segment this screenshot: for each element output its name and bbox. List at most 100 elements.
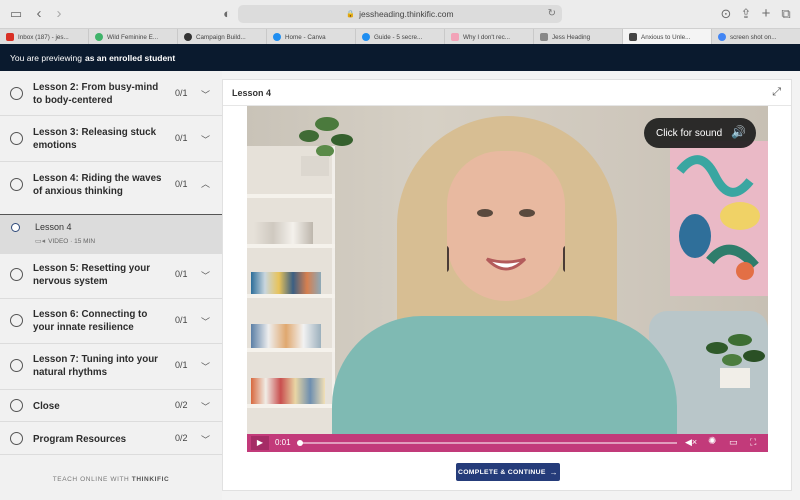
chapter-title: Close (33, 401, 60, 412)
chapter-lesson-4[interactable]: Lesson 4: Riding the waves of anxious th… (0, 162, 222, 215)
chapter-lesson-2[interactable]: Lesson 2: From busy-mind to body-centere… (0, 71, 222, 116)
chapter-progress: 0/1 (175, 360, 188, 370)
chapter-title: Lesson 2: From busy-mind to body-centere… (33, 82, 159, 106)
video-frame-painting (670, 141, 768, 296)
browser-toolbar: ▭ ‹ › ◐ 🔒 jessheading.thinkific.com ↻ ⊙ … (0, 0, 800, 28)
course-sidebar: Lesson 2: From busy-mind to body-centere… (0, 71, 222, 500)
video-frame-plant (706, 334, 765, 388)
gmail-icon (6, 33, 14, 41)
browser-tab-anxious-active[interactable]: Anxious to Unle... (623, 29, 712, 45)
play-button[interactable]: ▶ (251, 436, 269, 450)
chevron-down-icon[interactable]: ﹀ (201, 433, 210, 446)
chapter-lesson-5[interactable]: Lesson 5: Resetting your nervous system … (0, 253, 222, 299)
thinkific-footer-link[interactable]: TEACH ONLINE WITH THINKIFIC (0, 476, 222, 483)
chevron-down-icon[interactable]: ﹀ (201, 269, 210, 282)
google-icon (718, 33, 726, 41)
fullscreen-expand-icon[interactable]: ⤢ (772, 86, 781, 99)
share-icon[interactable]: ⇪ (738, 6, 754, 22)
sound-prompt-text: Click for sound (656, 127, 723, 139)
chapter-lesson-3[interactable]: Lesson 3: Releasing stuck emotions 0/1 ﹀ (0, 116, 222, 162)
chapter-title: Lesson 4: Riding the waves of anxious th… (33, 173, 162, 197)
site-icon (540, 33, 548, 41)
lesson-status-circle-icon (11, 223, 20, 232)
chapter-title: Lesson 7: Tuning into your natural rhyth… (33, 354, 158, 378)
chapter-lesson-7[interactable]: Lesson 7: Tuning into your natural rhyth… (0, 344, 222, 390)
click-for-sound-button[interactable]: Click for sound 🔊 (644, 118, 756, 148)
video-frame-person (441, 151, 571, 301)
incomplete-circle-icon (10, 314, 23, 327)
lesson-header: Lesson 4 ⤢ (223, 80, 791, 106)
chevron-down-icon[interactable]: ﹀ (201, 360, 210, 373)
browser-tab-campaign[interactable]: Campaign Build... (178, 29, 267, 45)
browser-tab-google[interactable]: screen shot on... (712, 29, 800, 45)
settings-gear-icon[interactable]: ✺ (708, 436, 716, 447)
address-bar[interactable]: 🔒 jessheading.thinkific.com ↻ (238, 5, 562, 23)
progress-scrubber-handle[interactable] (297, 440, 303, 446)
sidebar-toggle-icon[interactable]: ▭ (8, 6, 24, 22)
incomplete-circle-icon (10, 432, 23, 445)
incomplete-circle-icon (10, 87, 23, 100)
browser-tab-gmail[interactable]: Inbox (187) - jes... (0, 29, 89, 45)
video-player[interactable]: Click for sound 🔊 ▶ 0:01 ◀× ✺ ▭ ⛶ (247, 106, 768, 452)
browser-tab-wild-feminine[interactable]: Wild Feminine E... (89, 29, 178, 45)
complete-and-continue-button[interactable]: COMPLETE & CONTINUE → (456, 463, 560, 481)
chapter-title: Lesson 5: Resetting your nervous system (33, 263, 151, 287)
incomplete-circle-icon (10, 178, 23, 191)
chevron-up-icon[interactable]: ︿ (201, 177, 210, 190)
privacy-shield-icon[interactable]: ◐ (219, 6, 235, 22)
canva-icon (362, 33, 370, 41)
arrow-right-icon: → (549, 467, 558, 477)
video-progress-track[interactable] (297, 440, 677, 446)
lesson-item-active[interactable]: Lesson 4 ▭◂ VIDEO · 15 MIN (0, 215, 222, 253)
new-tab-icon[interactable]: + (758, 6, 774, 22)
lesson-list: Lesson 2: From busy-mind to body-centere… (0, 71, 222, 455)
incomplete-circle-icon (10, 268, 23, 281)
chevron-down-icon[interactable]: ﹀ (201, 400, 210, 413)
chevron-down-icon[interactable]: ﹀ (201, 88, 210, 101)
site-icon (184, 33, 192, 41)
browser-tab-jess-heading[interactable]: Jess Heading (534, 29, 623, 45)
tab-strip: Inbox (187) - jes... Wild Feminine E... … (0, 28, 800, 45)
speaker-icon: 🔊 (731, 125, 746, 139)
chapter-program-resources[interactable]: Program Resources 0/2 ﹀ (0, 422, 222, 455)
banner-prefix: You are previewing (10, 52, 82, 63)
chevron-down-icon[interactable]: ﹀ (201, 133, 210, 146)
lock-icon: 🔒 (346, 11, 356, 18)
mute-speaker-icon[interactable]: ◀× (685, 437, 697, 448)
chapter-lesson-6[interactable]: Lesson 6: Connecting to your innate resi… (0, 299, 222, 344)
video-frame-plant (299, 117, 353, 176)
banner-emphasis: as an enrolled student (84, 52, 176, 63)
chapter-progress: 0/2 (175, 433, 188, 443)
video-frame-person (332, 316, 677, 452)
url-text: jessheading.thinkific.com (359, 9, 454, 19)
site-icon (451, 33, 459, 41)
chapter-progress: 0/1 (175, 269, 188, 279)
chapter-title: Program Resources (33, 434, 127, 445)
forward-arrow-icon[interactable]: › (51, 6, 67, 22)
chapter-progress: 0/1 (175, 88, 188, 98)
incomplete-circle-icon (10, 132, 23, 145)
download-icon[interactable]: ⊙ (718, 6, 734, 22)
video-camera-icon: ▭◂ (35, 238, 46, 245)
canva-icon (273, 33, 281, 41)
browser-tab-why[interactable]: Why I don't rec... (445, 29, 534, 45)
chapter-title: Lesson 3: Releasing stuck emotions (33, 127, 157, 151)
lesson-title: Lesson 4 (35, 222, 72, 232)
browser-tab-guide[interactable]: Guide - 5 secre... (356, 29, 445, 45)
fullscreen-icon[interactable]: ⛶ (750, 437, 756, 448)
video-time: 0:01 (275, 438, 291, 447)
reload-icon[interactable]: ↻ (548, 8, 556, 19)
chapter-progress: 0/1 (175, 179, 188, 189)
tab-overview-icon[interactable]: ⧉ (778, 6, 794, 22)
preview-banner: You are previewing as an enrolled studen… (0, 44, 800, 71)
video-frame-bookshelf (247, 146, 335, 452)
airplay-icon[interactable]: ▭ (729, 437, 738, 448)
back-arrow-icon[interactable]: ‹ (31, 6, 47, 22)
browser-tab-canva[interactable]: Home - Canva (267, 29, 356, 45)
chapter-close[interactable]: Close 0/2 ﹀ (0, 390, 222, 422)
chevron-down-icon[interactable]: ﹀ (201, 315, 210, 328)
chapter-progress: 0/1 (175, 133, 188, 143)
lesson-panel: Lesson 4 ⤢ Click for sound 🔊 ▶ 0:01 ◀× ✺… (222, 79, 792, 491)
chapter-title: Lesson 6: Connecting to your innate resi… (33, 309, 148, 333)
video-controls: ▶ 0:01 ◀× ✺ ▭ ⛶ (247, 434, 768, 452)
